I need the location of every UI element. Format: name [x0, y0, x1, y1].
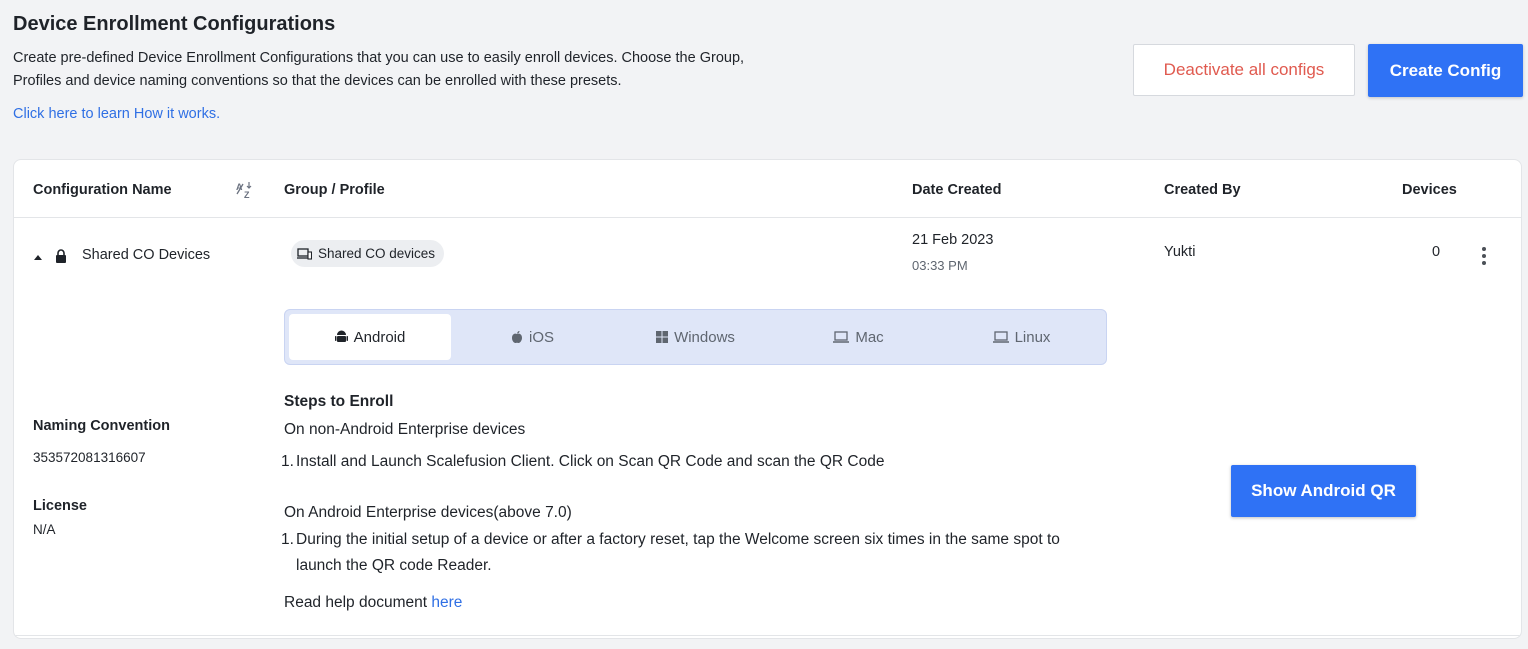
non-ae-step-number: 1. — [281, 453, 294, 470]
row-divider — [14, 635, 1521, 636]
svg-text:Z: Z — [244, 190, 250, 200]
tab-mac-label: Mac — [855, 328, 884, 346]
apple-icon — [511, 331, 522, 343]
tab-android[interactable]: Android — [289, 314, 451, 360]
tab-windows[interactable]: Windows — [614, 314, 777, 360]
help-prefix: Read help document — [284, 594, 428, 611]
table-header: Configuration Name A Z Group / Profile D… — [14, 160, 1521, 218]
col-devices: Devices — [1402, 182, 1457, 198]
platform-tabs: Android iOS Windows Mac Linux — [284, 309, 1107, 365]
naming-convention-label: Naming Convention — [33, 418, 170, 434]
tab-mac[interactable]: Mac — [777, 314, 940, 360]
create-config-button[interactable]: Create Config — [1368, 44, 1523, 97]
page-title: Device Enrollment Configurations — [13, 13, 336, 35]
license-value: N/A — [33, 522, 56, 537]
non-ae-title: On non-Android Enterprise devices — [284, 421, 526, 438]
configurations-table: Configuration Name A Z Group / Profile D… — [13, 159, 1522, 639]
help-text: Read help document here — [284, 590, 462, 616]
deactivate-all-button[interactable]: Deactivate all configs — [1133, 44, 1355, 96]
ae-title: On Android Enterprise devices(above 7.0) — [284, 504, 572, 521]
devices-icon — [297, 247, 312, 260]
col-group-profile: Group / Profile — [284, 182, 385, 198]
android-icon — [334, 330, 348, 342]
sort-az-icon[interactable]: A Z — [235, 180, 255, 200]
group-chip[interactable]: Shared CO devices — [291, 240, 445, 267]
tab-android-label: Android — [353, 328, 406, 346]
laptop-icon — [833, 331, 850, 343]
tab-windows-label: Windows — [674, 328, 735, 346]
tab-ios[interactable]: iOS — [451, 314, 614, 360]
tab-linux[interactable]: Linux — [940, 314, 1103, 360]
windows-icon — [656, 331, 669, 343]
date-created: 21 Feb 2023 — [912, 232, 994, 248]
lock-icon — [56, 249, 66, 263]
naming-convention-value: 353572081316607 — [33, 450, 146, 465]
laptop-icon — [992, 331, 1009, 343]
config-name[interactable]: Shared CO Devices — [82, 247, 210, 263]
tab-ios-label: iOS — [528, 328, 554, 346]
collapse-caret-icon[interactable] — [33, 253, 43, 261]
show-android-qr-button[interactable]: Show Android QR — [1231, 465, 1416, 517]
ae-step-number: 1. — [281, 531, 294, 548]
ae-step-line1: During the initial setup of a device or … — [296, 531, 1060, 548]
tab-linux-label: Linux — [1014, 328, 1051, 346]
created-by: Yukti — [1164, 244, 1196, 260]
col-created-by: Created By — [1164, 182, 1241, 198]
license-label: License — [33, 498, 87, 514]
col-date-created: Date Created — [912, 182, 1002, 198]
help-link[interactable]: here — [431, 594, 462, 611]
more-options-icon[interactable] — [1480, 246, 1488, 266]
steps-title: Steps to Enroll — [284, 393, 394, 410]
learn-how-link[interactable]: Click here to learn How it works. — [13, 106, 220, 122]
col-configuration-name: Configuration Name — [33, 182, 172, 198]
non-ae-step: Install and Launch Scalefusion Client. C… — [296, 453, 885, 470]
device-count: 0 — [1432, 244, 1441, 260]
time-created: 03:33 PM — [912, 258, 968, 273]
ae-step-line2: launch the QR code Reader. — [296, 557, 492, 574]
page-description: Create pre-defined Device Enrollment Con… — [13, 50, 745, 89]
group-chip-label: Shared CO devices — [318, 246, 436, 261]
